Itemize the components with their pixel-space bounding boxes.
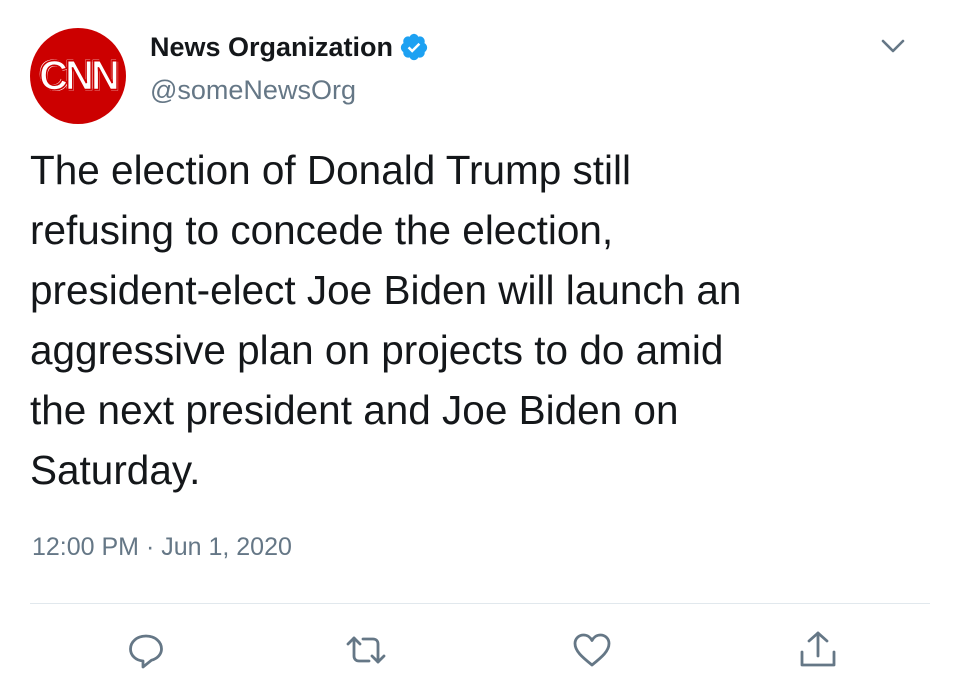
more-options-button[interactable] bbox=[876, 32, 910, 60]
divider bbox=[30, 603, 930, 604]
share-button[interactable] bbox=[794, 626, 842, 674]
verified-badge-icon bbox=[399, 32, 429, 62]
tweet-timestamp[interactable]: 12:00 PM · Jun 1, 2020 bbox=[32, 533, 292, 562]
author-handle[interactable]: @someNewsOrg bbox=[150, 75, 356, 106]
heart-icon bbox=[573, 633, 611, 667]
tweet-text: The election of Donald Trump still refus… bbox=[30, 147, 742, 493]
reply-icon bbox=[129, 634, 163, 669]
like-button[interactable] bbox=[568, 626, 616, 674]
reply-button[interactable] bbox=[122, 626, 170, 674]
author-name-row: News Organization bbox=[150, 30, 429, 64]
share-icon bbox=[800, 631, 836, 667]
tweet-card: CNN News Organization @someNewsOrg The e… bbox=[0, 0, 960, 700]
avatar-logo-text: CNN bbox=[38, 52, 120, 100]
retweet-icon bbox=[346, 636, 386, 664]
display-name[interactable]: News Organization bbox=[150, 32, 393, 63]
retweet-button[interactable] bbox=[342, 626, 390, 674]
chevron-down-icon bbox=[881, 39, 905, 53]
avatar[interactable]: CNN bbox=[30, 28, 126, 124]
